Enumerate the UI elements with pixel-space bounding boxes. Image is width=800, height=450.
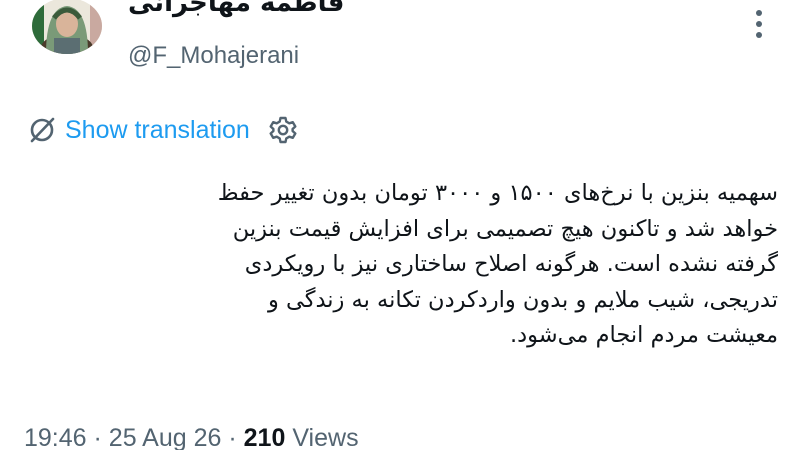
more-options-button[interactable] <box>745 6 773 42</box>
meta-separator: · <box>93 424 102 450</box>
tweet-time[interactable]: 19:46 <box>24 424 87 450</box>
translation-row: Show translation <box>28 110 298 150</box>
tweet-text-line: گرفته نشده است. هرگونه اصلاح ساختاری نیز… <box>244 251 778 277</box>
tweet-date[interactable]: 25 Aug 26 <box>109 424 222 450</box>
display-name[interactable]: فاطمه مهاجرانی <box>128 0 344 18</box>
gear-icon[interactable] <box>268 115 298 145</box>
tweet-text-line: خواهد شد و تاکنون هیچ تصمیمی برای افزایش… <box>232 215 778 242</box>
tweet-text-line: تدریجی، شیب ملایم و بدون واردکردن تکانه … <box>267 286 778 313</box>
avatar[interactable] <box>32 0 102 54</box>
more-vertical-icon <box>756 10 762 38</box>
user-handle[interactable]: @F_Mohajerani <box>128 42 299 70</box>
views-label: Views <box>292 424 359 450</box>
show-translation-link[interactable]: Show translation <box>65 116 250 145</box>
no-translate-icon <box>30 117 55 143</box>
tweet-text-line: سهمیه بنزین با نرخ‌های ۱۵۰۰ و ۳۰۰۰ تومان… <box>217 180 778 206</box>
views-count[interactable]: 210 <box>244 424 286 450</box>
tweet-text: سهمیه بنزین با نرخ‌های ۱۵۰۰ و ۳۰۰۰ تومان… <box>20 176 778 354</box>
meta-separator: · <box>228 424 237 450</box>
tweet-meta: 19:46 · 25 Aug 26 · 210 Views <box>24 424 359 450</box>
tweet-text-line: معیشت مردم انجام می‌شود. <box>509 322 778 348</box>
